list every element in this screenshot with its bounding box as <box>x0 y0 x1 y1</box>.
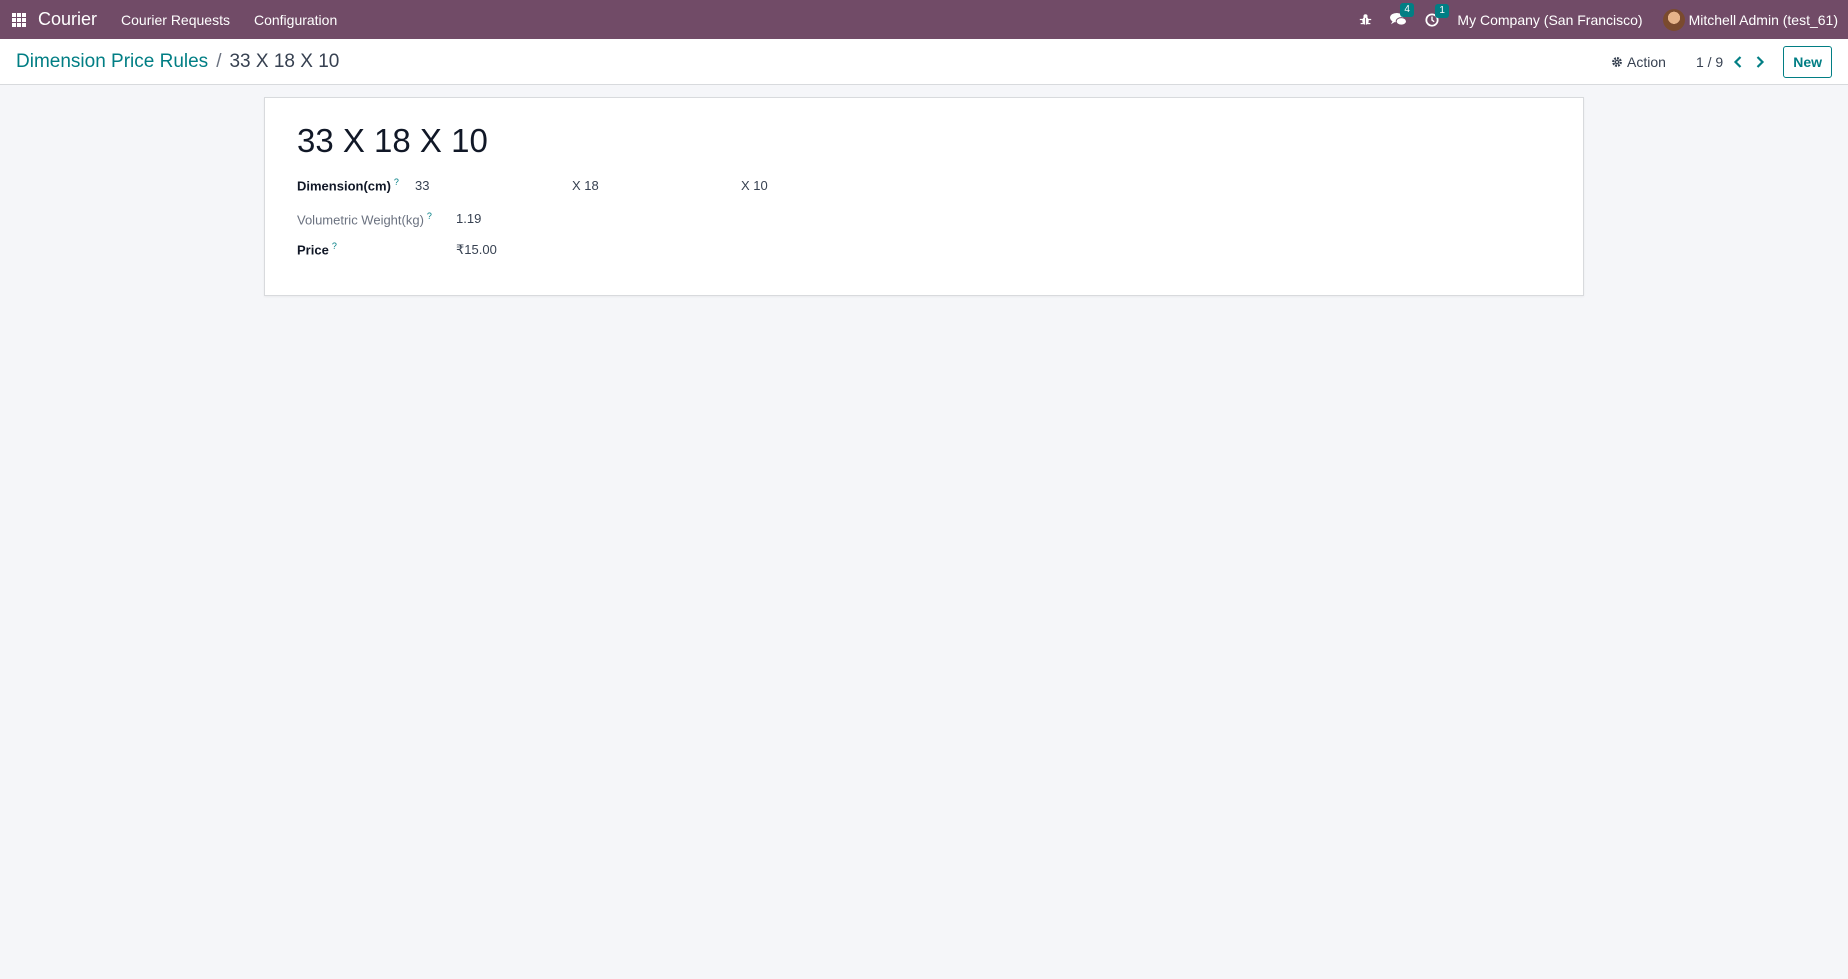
breadcrumb-current-record: 33 X 18 X 10 <box>229 50 340 72</box>
price-label-text: Price <box>297 242 329 258</box>
apps-grid-icon[interactable] <box>12 12 26 27</box>
price-field[interactable]: ₹15.00 <box>456 242 497 258</box>
bug-icon[interactable] <box>1359 13 1372 26</box>
activities-badge: 1 <box>1435 3 1449 18</box>
pager-next-button[interactable] <box>1755 55 1765 68</box>
action-label: Action <box>1627 53 1666 70</box>
chevron-right-icon <box>1756 55 1765 68</box>
menu-configuration[interactable]: Configuration <box>254 12 337 28</box>
dimension-help-icon[interactable]: ? <box>394 177 399 187</box>
control-panel: Dimension Price Rules / 33 X 18 X 10 Act… <box>0 39 1848 85</box>
app-brand[interactable]: Courier <box>38 9 97 30</box>
new-button[interactable]: New <box>1783 45 1832 78</box>
volumetric-weight-value: 1.19 <box>456 211 482 226</box>
price-label: Price? <box>297 241 337 257</box>
control-panel-actions: Action 1 / 9 New <box>1611 45 1848 78</box>
record-title[interactable]: 33 X 18 X 10 <box>297 122 488 160</box>
dimension-label-text: Dimension(cm) <box>297 178 391 194</box>
avatar <box>1662 8 1685 31</box>
breadcrumb-dimension-price-rules[interactable]: Dimension Price Rules <box>16 51 208 73</box>
breadcrumb-separator: / <box>216 50 222 72</box>
messages-badge: 4 <box>1400 3 1414 17</box>
volumetric-weight-help-icon[interactable]: ? <box>427 211 432 221</box>
top-navbar: Courier Courier Requests Configuration 4 <box>0 0 1848 39</box>
pager-value[interactable]: 1 / 9 <box>1696 54 1723 70</box>
clock-icon[interactable]: 1 <box>1425 3 1449 27</box>
volumetric-weight-label-text: Volumetric Weight(kg) <box>297 212 424 228</box>
navbar-systray: 4 1 My Company (San Francisco) Mitchell … <box>1359 0 1848 39</box>
dimension-label: Dimension(cm)? <box>297 177 399 193</box>
gear-icon <box>1612 56 1622 67</box>
user-name: Mitchell Admin (test_61) <box>1688 11 1838 28</box>
dimension-length-field[interactable]: 33 <box>415 178 429 193</box>
chat-icon[interactable]: 4 <box>1390 3 1414 27</box>
price-help-icon[interactable]: ? <box>332 241 337 251</box>
action-button[interactable]: Action <box>1611 54 1666 70</box>
user-menu[interactable]: Mitchell Admin (test_61) <box>1662 8 1838 31</box>
chevron-left-icon <box>1734 55 1742 68</box>
breadcrumb: Dimension Price Rules / 33 X 18 X 10 <box>16 51 339 73</box>
pager-previous-button[interactable] <box>1733 55 1743 68</box>
dimension-height-field[interactable]: X 10 <box>741 178 768 193</box>
form-sheet: 33 X 18 X 10 Dimension(cm)? 33 X 18 X 10… <box>264 97 1584 296</box>
company-switcher[interactable]: My Company (San Francisco) <box>1457 12 1642 28</box>
menu-courier-requests[interactable]: Courier Requests <box>121 12 230 28</box>
dimension-width-field[interactable]: X 18 <box>572 178 599 193</box>
volumetric-weight-label: Volumetric Weight(kg)? <box>297 211 432 227</box>
